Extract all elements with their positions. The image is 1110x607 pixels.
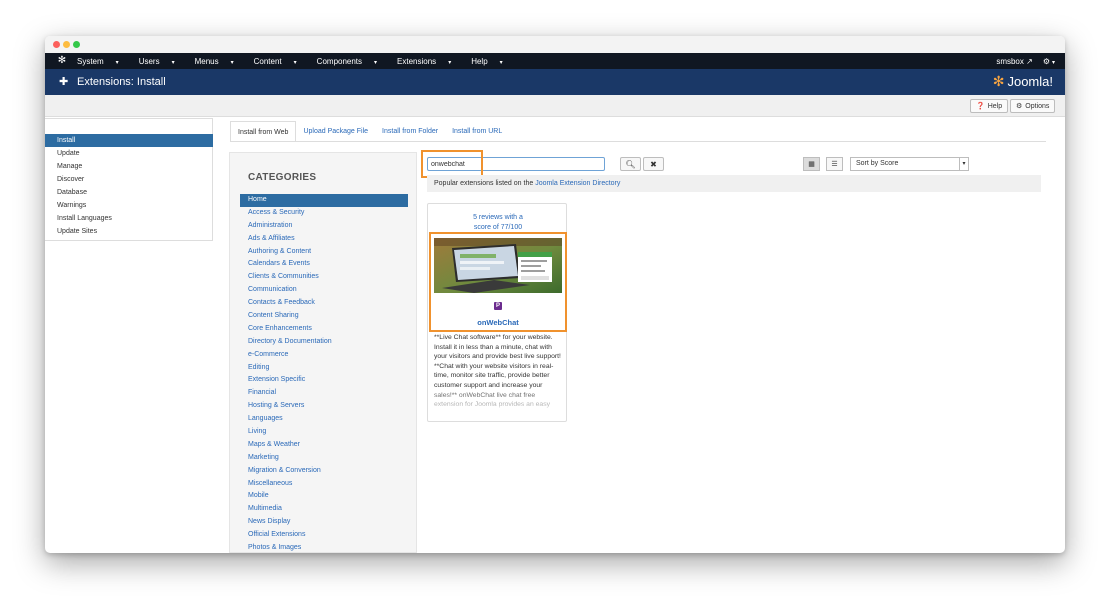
jed-link[interactable]: Joomla Extension Directory	[535, 180, 620, 187]
category-item[interactable]: Financial	[240, 387, 408, 400]
minimize-window-button[interactable]	[63, 41, 70, 48]
menu-users[interactable]: Users ▾	[139, 57, 185, 66]
search-highlight-box	[421, 150, 483, 178]
sidebar-item-warnings[interactable]: Warnings	[45, 199, 213, 212]
category-item[interactable]: Directory & Documentation	[240, 336, 408, 349]
category-item[interactable]: Contacts & Feedback	[240, 297, 408, 310]
category-list: Home Access & Security Administration Ad…	[240, 194, 408, 553]
tab-install-from-web[interactable]: Install from Web	[230, 121, 297, 142]
search-button[interactable]: 🔍︎	[620, 157, 641, 171]
options-button[interactable]: ⚙ Options	[1010, 99, 1056, 113]
gear-icon: ⚙	[1042, 56, 1050, 66]
chevron-down-icon: ▾	[959, 158, 968, 170]
question-icon: ❓	[976, 103, 985, 110]
toolbar: ❓ Help ⚙ Options	[45, 95, 1065, 117]
category-item[interactable]: Languages	[240, 413, 408, 426]
category-item[interactable]: Ads & Affiliates	[240, 233, 408, 246]
grid-icon: ▦	[808, 161, 815, 168]
category-item[interactable]: Official Extensions	[240, 529, 408, 542]
category-item[interactable]: Hosting & Servers	[240, 400, 408, 413]
top-navbar: ✻ System ▾ Users ▾ Menus ▾ Content ▾ Compone…	[45, 53, 1065, 69]
category-item[interactable]: Communication	[240, 284, 408, 297]
page-title: Extensions: Install	[77, 76, 166, 88]
category-item[interactable]: Clients & Communities	[240, 271, 408, 284]
joomla-brand: ✻ Joomla!	[992, 73, 1053, 89]
category-item[interactable]: Access & Security	[240, 207, 408, 220]
external-link-icon: ↗	[1026, 56, 1033, 66]
category-item[interactable]: Multimedia	[240, 503, 408, 516]
category-item[interactable]: Mobile	[240, 490, 408, 503]
grid-view-button[interactable]: ▦	[803, 157, 820, 171]
tab-install-from-folder[interactable]: Install from Folder	[375, 121, 445, 142]
extension-description: **Live Chat software** for your website.…	[434, 334, 561, 409]
category-item[interactable]: Extension Specific	[240, 374, 408, 387]
category-item[interactable]: Living	[240, 426, 408, 439]
window-titlebar	[45, 36, 1065, 53]
sidebar-item-update-sites[interactable]: Update Sites	[45, 225, 213, 238]
menu-components[interactable]: Components ▾	[317, 57, 387, 66]
menu-system[interactable]: System ▾	[77, 57, 129, 66]
install-tabs: Install from Web Upload Package File Ins…	[230, 121, 509, 142]
user-site-link[interactable]: smsbox ↗	[996, 57, 1033, 66]
category-item[interactable]: Core Enhancements	[240, 323, 408, 336]
category-item[interactable]: Editing	[240, 362, 408, 375]
sidebar-item-database[interactable]: Database	[45, 186, 213, 199]
sidebar-item-install[interactable]: Install	[45, 134, 213, 147]
puzzle-icon: ✚	[59, 75, 69, 88]
category-item[interactable]: Miscellaneous	[240, 478, 408, 491]
settings-menu[interactable]: ⚙ ▾	[1043, 57, 1055, 66]
category-item[interactable]: Migration & Conversion	[240, 465, 408, 478]
sidebar-item-manage[interactable]: Manage	[45, 160, 213, 173]
help-button[interactable]: ❓ Help	[970, 99, 1009, 113]
category-item[interactable]: e-Commerce	[240, 349, 408, 362]
sidebar-menu: Install Update Manage Discover Database …	[45, 134, 213, 238]
extension-highlight-box	[429, 232, 567, 332]
clear-search-button[interactable]: ✖	[643, 157, 664, 171]
joomla-mark-icon: ✻	[992, 73, 1005, 89]
extension-card[interactable]: 5 reviews with a score of 77/100 P onWeb…	[427, 203, 567, 422]
sidebar-item-install-languages[interactable]: Install Languages	[45, 212, 213, 225]
category-item[interactable]: Content Sharing	[240, 310, 408, 323]
tab-divider	[230, 141, 1046, 142]
close-icon: ✖	[650, 159, 657, 169]
browser-window: ✻ System ▾ Users ▾ Menus ▾ Content ▾ Compone…	[45, 36, 1065, 553]
joomla-logo-icon[interactable]: ✻	[57, 56, 67, 66]
category-item[interactable]: Authoring & Content	[240, 246, 408, 259]
main-menu: System ▾ Users ▾ Menus ▾ Content ▾ Component…	[77, 57, 523, 66]
extension-name-link[interactable]: onWebChat	[428, 318, 568, 327]
category-item[interactable]: News Display	[240, 516, 408, 529]
sort-select[interactable]: Sort by Score ▾	[850, 157, 969, 171]
categories-panel: CATEGORIES Home Access & Security Admini…	[229, 152, 417, 553]
sidebar: Install Update Manage Discover Database …	[45, 118, 213, 241]
sidebar-item-update[interactable]: Update	[45, 147, 213, 160]
category-item[interactable]: Home	[240, 194, 408, 207]
navbar-right: smsbox ↗ ⚙ ▾	[996, 53, 1055, 69]
category-item[interactable]: Administration	[240, 220, 408, 233]
menu-menus[interactable]: Menus ▾	[195, 57, 244, 66]
page-header: ✚ Extensions: Install ✻ Joomla!	[45, 69, 1065, 95]
categories-title: CATEGORIES	[248, 172, 317, 183]
search-icon: 🔍︎	[625, 159, 636, 169]
menu-content[interactable]: Content ▾	[254, 57, 307, 66]
category-item[interactable]: Maps & Weather	[240, 439, 408, 452]
menu-help[interactable]: Help ▾	[471, 57, 512, 66]
list-icon: ☰	[831, 161, 838, 168]
close-window-button[interactable]	[53, 41, 60, 48]
menu-extensions[interactable]: Extensions ▾	[397, 57, 461, 66]
extension-reviews[interactable]: 5 reviews with a score of 77/100	[428, 213, 568, 233]
plugin-type-badge: P	[494, 302, 502, 310]
sidebar-item-discover[interactable]: Discover	[45, 173, 213, 186]
tab-upload-package-file[interactable]: Upload Package File	[296, 121, 375, 142]
directory-info-bar: Popular extensions listed on the Joomla …	[427, 175, 1041, 192]
list-view-button[interactable]: ☰	[826, 157, 843, 171]
category-item[interactable]: Photos & Images	[240, 542, 408, 553]
gear-icon: ⚙	[1016, 103, 1023, 110]
category-item[interactable]: Calendars & Events	[240, 258, 408, 271]
category-item[interactable]: Marketing	[240, 452, 408, 465]
maximize-window-button[interactable]	[73, 41, 80, 48]
tab-install-from-url[interactable]: Install from URL	[445, 121, 509, 142]
